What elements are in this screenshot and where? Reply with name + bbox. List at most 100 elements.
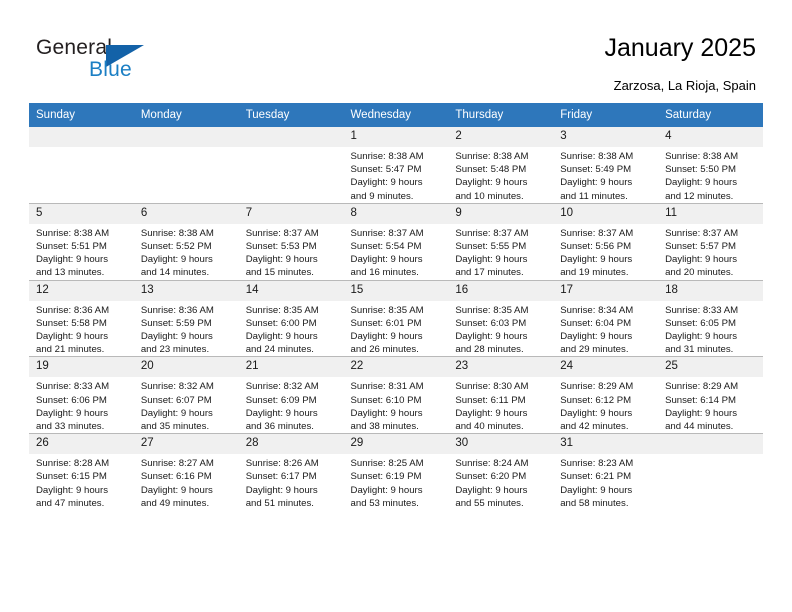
sun-info-line-daylight2: and 35 minutes. [140,421,210,433]
day-number: 28 [238,434,344,455]
day-number: 2 [448,127,554,147]
calendar-cell-empty [133,127,239,204]
sun-info-line-daylight2: and 31 minutes. [665,344,734,356]
calendar-cell-day[interactable]: 22 Sunrise: 8:31 AM Sunset: 6:10 PM Dayligh… [343,356,449,434]
day-sun-info: Sunrise: 8:38 AM Sunset: 5:52 PM Daylight:… [134,224,239,280]
sun-info-line-sunrise: Sunrise: 8:29 AM [560,381,634,393]
sun-info-line-daylight1: Daylight: 9 hours [350,331,423,343]
day-number: 29 [343,434,449,455]
calendar-cell-day[interactable]: 15 Sunrise: 8:35 AM Sunset: 6:01 PM Dayligh… [343,279,449,357]
sun-info-line-daylight2: and 44 minutes. [665,421,734,433]
sun-info-line-sunset: Sunset: 6:03 PM [455,317,527,329]
sun-info-line-sunrise: Sunrise: 8:37 AM [455,227,529,239]
sun-info-line-daylight1: Daylight: 9 hours [350,407,423,419]
sun-info-line-sunset: Sunset: 6:06 PM [36,394,107,406]
calendar-cell-day[interactable]: 13 Sunrise: 8:36 AM Sunset: 5:59 PM Dayligh… [133,279,239,357]
calendar-cell-day[interactable]: 18 Sunrise: 8:33 AM Sunset: 6:05 PM Dayligh… [658,279,763,357]
calendar-cell-day[interactable]: 9 Sunrise: 8:37 AM Sunset: 5:55 PM Daylight… [448,202,554,281]
sun-info-line-daylight2: and 58 minutes. [560,497,629,509]
day-sun-info: Sunrise: 8:38 AM Sunset: 5:48 PM Daylight:… [448,147,553,203]
day-number: 23 [448,357,554,378]
sun-info-line-daylight1: Daylight: 9 hours [350,484,423,496]
sun-info-line-sunrise: Sunrise: 8:28 AM [36,458,110,470]
calendar-cell-day[interactable]: 17 Sunrise: 8:34 AM Sunset: 6:04 PM Dayligh… [553,279,659,357]
day-number: 24 [553,357,659,378]
day-sun-info: Sunrise: 8:25 AM Sunset: 6:19 PM Daylight:… [344,454,449,510]
sun-info-line-sunset: Sunset: 6:16 PM [140,471,212,483]
calendar-cell-day[interactable]: 14 Sunrise: 8:35 AM Sunset: 6:00 PM Dayligh… [238,279,344,357]
day-sun-info: Sunrise: 8:38 AM Sunset: 5:47 PM Daylight:… [344,147,449,203]
calendar-week-row: 19 Sunrise: 8:33 AM Sunset: 6:06 PM Dayligh… [29,356,763,434]
day-number: 10 [553,203,659,224]
calendar-cell-day[interactable]: 7 Sunrise: 8:37 AM Sunset: 5:53 PM Daylight… [238,202,344,281]
day-number: 5 [29,203,134,224]
sun-info-line-daylight1: Daylight: 9 hours [560,177,633,189]
calendar-cell-day[interactable]: 28 Sunrise: 8:26 AM Sunset: 6:17 PM Dayligh… [238,433,344,511]
calendar-cell-day[interactable]: 19 Sunrise: 8:33 AM Sunset: 6:06 PM Dayligh… [29,356,134,434]
sun-info-line-daylight1: Daylight: 9 hours [665,254,738,266]
calendar-cell-day[interactable]: 8 Sunrise: 8:37 AM Sunset: 5:54 PM Daylight… [343,202,449,281]
calendar-cell-day[interactable]: 1 Sunrise: 8:38 AM Sunset: 5:47 PM Daylight… [343,127,449,204]
calendar-week-row: 1 Sunrise: 8:38 AM Sunset: 5:47 PM Daylight… [29,127,763,204]
sun-info-line-sunrise: Sunrise: 8:37 AM [665,227,739,239]
sun-info-line-daylight1: Daylight: 9 hours [140,254,213,266]
sun-info-line-sunset: Sunset: 5:47 PM [350,164,422,176]
sun-info-line-daylight2: and 28 minutes. [455,344,524,356]
weekday-header-sunday: Sunday [29,103,134,127]
sun-info-line-daylight1: Daylight: 9 hours [350,254,423,266]
calendar-cell-day[interactable]: 23 Sunrise: 8:30 AM Sunset: 6:11 PM Dayligh… [448,356,554,434]
calendar-week-row: 5 Sunrise: 8:38 AM Sunset: 5:51 PM Daylight… [29,202,763,281]
day-sun-info: Sunrise: 8:32 AM Sunset: 6:07 PM Daylight:… [134,377,239,433]
calendar-cell-day[interactable]: 21 Sunrise: 8:32 AM Sunset: 6:09 PM Dayligh… [238,356,344,434]
calendar-cell-day[interactable]: 25 Sunrise: 8:29 AM Sunset: 6:14 PM Dayligh… [658,356,763,434]
general-blue-logo[interactable]: General Blue [36,36,166,84]
calendar-cell-day[interactable]: 30 Sunrise: 8:24 AM Sunset: 6:20 PM Dayligh… [448,433,554,511]
sun-info-line-sunset: Sunset: 5:49 PM [560,164,632,176]
sun-info-line-sunset: Sunset: 6:00 PM [245,317,317,329]
calendar-week-row: 26 Sunrise: 8:28 AM Sunset: 6:15 PM Dayligh… [29,433,763,511]
calendar-cell-day[interactable]: 29 Sunrise: 8:25 AM Sunset: 6:19 PM Dayligh… [343,433,449,511]
sun-info-line-daylight2: and 42 minutes. [560,421,629,433]
calendar-cell-day[interactable]: 3 Sunrise: 8:38 AM Sunset: 5:49 PM Daylight… [553,127,659,204]
sun-info-line-sunrise: Sunrise: 8:33 AM [36,381,110,393]
day-sun-info: Sunrise: 8:37 AM Sunset: 5:57 PM Daylight:… [658,224,763,280]
calendar-cell-day[interactable]: 4 Sunrise: 8:38 AM Sunset: 5:50 PM Daylight… [658,127,763,204]
calendar-cell-day[interactable]: 11 Sunrise: 8:37 AM Sunset: 5:57 PM Dayligh… [658,202,763,281]
day-number: 27 [133,434,239,455]
weekday-header-monday: Monday [133,103,239,127]
sun-info-line-sunset: Sunset: 6:04 PM [560,317,632,329]
calendar-cell-day[interactable]: 26 Sunrise: 8:28 AM Sunset: 6:15 PM Dayligh… [29,433,134,511]
page-title: January 2025 [604,34,756,62]
calendar-cell-day[interactable]: 6 Sunrise: 8:38 AM Sunset: 5:52 PM Daylight… [133,202,239,281]
calendar-cell-day[interactable]: 12 Sunrise: 8:36 AM Sunset: 5:58 PM Dayligh… [29,279,134,357]
sun-info-line-daylight2: and 24 minutes. [245,344,314,356]
calendar-cell-day[interactable]: 10 Sunrise: 8:37 AM Sunset: 5:56 PM Dayligh… [553,202,659,281]
sun-info-line-sunset: Sunset: 5:51 PM [36,241,107,253]
sun-info-line-daylight1: Daylight: 9 hours [36,407,108,419]
sun-info-line-daylight1: Daylight: 9 hours [665,407,738,419]
calendar-cell-day[interactable]: 24 Sunrise: 8:29 AM Sunset: 6:12 PM Dayligh… [553,356,659,434]
calendar-cell-day[interactable]: 27 Sunrise: 8:27 AM Sunset: 6:16 PM Dayligh… [133,433,239,511]
calendar-cell-day[interactable]: 2 Sunrise: 8:38 AM Sunset: 5:48 PM Daylight… [448,127,554,204]
calendar-cell-day[interactable]: 5 Sunrise: 8:38 AM Sunset: 5:51 PM Daylight… [29,202,134,281]
sun-info-line-daylight2: and 38 minutes. [350,421,419,433]
sun-info-line-daylight1: Daylight: 9 hours [455,407,528,419]
calendar-cell-empty [29,127,134,204]
sun-info-line-sunset: Sunset: 5:59 PM [140,317,212,329]
sun-info-line-sunset: Sunset: 6:09 PM [245,394,317,406]
weekday-header-thursday: Thursday [448,103,554,127]
day-number: 26 [29,434,134,455]
weekday-header-tuesday: Tuesday [238,103,344,127]
calendar-cell-day[interactable]: 31 Sunrise: 8:23 AM Sunset: 6:21 PM Dayligh… [553,433,659,511]
sun-info-line-sunrise: Sunrise: 8:29 AM [665,381,739,393]
calendar-cell-day[interactable]: 20 Sunrise: 8:32 AM Sunset: 6:07 PM Dayligh… [133,356,239,434]
sun-info-line-daylight2: and 47 minutes. [36,497,105,509]
calendar-cell-empty [658,433,763,511]
sun-info-line-daylight2: and 51 minutes. [245,497,314,509]
day-number: 12 [29,280,134,301]
calendar-cell-day[interactable]: 16 Sunrise: 8:35 AM Sunset: 6:03 PM Dayligh… [448,279,554,357]
sun-info-line-daylight2: and 55 minutes. [455,497,524,509]
sun-info-line-daylight1: Daylight: 9 hours [140,484,213,496]
day-number: 25 [658,357,763,378]
sun-info-line-sunset: Sunset: 5:54 PM [350,241,422,253]
